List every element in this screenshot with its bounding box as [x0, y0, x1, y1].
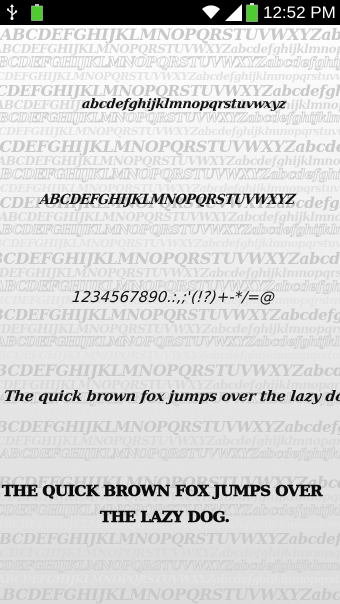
- background-pattern-row: ABCDEFGHIJKLMNOPQRSTUVWXYZabcdefghijklmn…: [0, 223, 340, 239]
- background-pattern-row: ABCDEFGHIJKLMNOPQRSTUVWXYZabcdefghijklmn…: [0, 42, 340, 56]
- pangram-mixed-case: The quick brown fox jumps over the lazy …: [3, 388, 340, 405]
- lowercase-sample: abcdefghijklmnopqrstuvwxyz: [81, 97, 287, 112]
- background-pattern-row: ABCDEFGHIJKLMNOPQRSTUVWXYZabcdefghijklmn…: [0, 546, 340, 560]
- background-pattern-row: ABCDEFGHIJKLMNOPQRSTUVWXYZabcdefghijklmn…: [0, 55, 340, 72]
- background-pattern-row: ABCDEFGHIJKLMNOPQRSTUVWXYZabcdefghijklmn…: [0, 167, 340, 184]
- usb-icon: [6, 4, 18, 20]
- signal-icon: [225, 4, 242, 21]
- battery-icon: [246, 3, 258, 22]
- background-pattern-row: ABCDEFGHIJKLMNOPQRSTUVWXYZabcdefghijklmn…: [0, 559, 340, 575]
- battery-charging-icon: [31, 4, 43, 21]
- wifi-icon: [201, 4, 221, 20]
- status-bar: 12:52 PM: [0, 0, 340, 25]
- background-pattern-row: ABCDEFGHIJKLMNOPQRSTUVWXYZabcdefghijklmn…: [0, 154, 340, 168]
- background-pattern-row: ABCDEFGHIJKLMNOPQRSTUVWXYZabcdefghijklmn…: [0, 447, 340, 463]
- numbers-sample: 1234567890.:,;'(!?)+-*/=@: [71, 288, 276, 306]
- font-preview-screen: 12:52 PM ABCDEFGHIJKLMNOPQRSTUVWXYZabcde…: [0, 0, 340, 604]
- background-pattern-row: ABCDEFGHIJKLMNOPQRSTUVWXYZabcdefghijklmn…: [0, 322, 340, 336]
- pangram-caps-line-1: THE QUICK BROWN FOX JUMPS OVER: [2, 482, 323, 501]
- background-pattern-row: ABCDEFGHIJKLMNOPQRSTUVWXYZabcdefghijklmn…: [0, 335, 340, 351]
- background-pattern-row: ABCDEFGHIJKLMNOPQRSTUVWXYZabcdefghijklmn…: [0, 111, 340, 127]
- background-pattern-row: ABCDEFGHIJKLMNOPQRSTUVWXYZabcdefghijklmn…: [0, 434, 340, 448]
- uppercase-sample: ABCDEFGHIJKLMNOPQRSTUVWXYZ: [38, 192, 296, 208]
- pangram-caps-line-2: THE LAZY DOG.: [100, 508, 230, 527]
- background-pattern-row: ABCDEFGHIJKLMNOPQRSTUVWXYZabcdefghijklmn…: [0, 210, 340, 224]
- background-pattern-row: ABCDEFGHIJKLMNOPQRSTUVWXYZabcdefghijklmn…: [0, 266, 340, 280]
- clock-time: 12:52 PM: [263, 3, 336, 22]
